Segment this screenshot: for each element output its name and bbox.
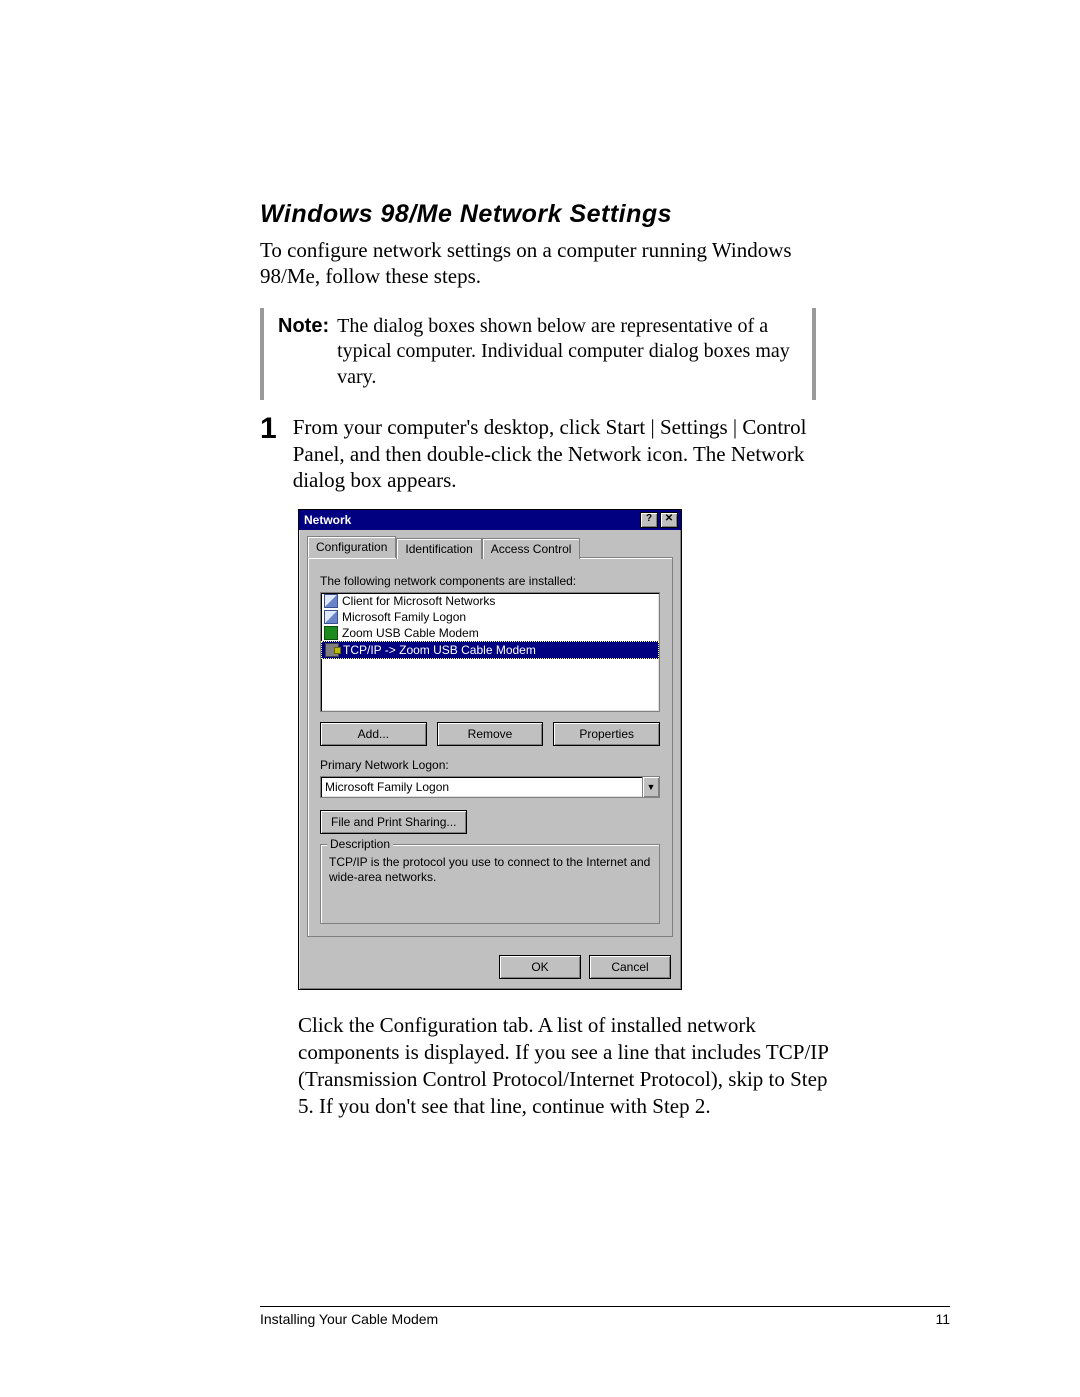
step-number: 1	[260, 414, 277, 444]
note-label: Note:	[278, 314, 329, 391]
list-item-label: Microsoft Family Logon	[342, 610, 466, 624]
tab-access-control[interactable]: Access Control	[482, 538, 581, 559]
file-print-sharing-button[interactable]: File and Print Sharing...	[320, 810, 467, 834]
network-dialog: Network ? ✕ Configuration Identification…	[298, 509, 682, 990]
component-button-row: Add... Remove Properties	[320, 722, 660, 746]
intro-paragraph: To configure network settings on a compu…	[260, 237, 820, 290]
section-heading: Windows 98/Me Network Settings	[260, 200, 950, 229]
tab-strip: Configuration Identification Access Cont…	[307, 536, 673, 558]
adapter-icon	[324, 626, 338, 640]
add-button[interactable]: Add...	[320, 722, 427, 746]
remove-button[interactable]: Remove	[437, 722, 544, 746]
note-text: The dialog boxes shown below are represe…	[337, 314, 798, 391]
list-item[interactable]: Zoom USB Cable Modem	[321, 625, 659, 641]
note-box: Note: The dialog boxes shown below are r…	[260, 308, 816, 401]
client-icon	[324, 610, 338, 624]
after-dialog-paragraph: Click the Configuration tab. A list of i…	[298, 1012, 838, 1120]
primary-logon-label: Primary Network Logon:	[320, 758, 660, 772]
list-item-selected[interactable]: TCP/IP -> Zoom USB Cable Modem	[321, 641, 659, 659]
step-1: 1 From your computer's desktop, click St…	[260, 414, 830, 493]
window-title: Network	[302, 513, 351, 527]
primary-logon-combo[interactable]: Microsoft Family Logon ▼	[320, 776, 660, 798]
network-dialog-screenshot: Network ? ✕ Configuration Identification…	[298, 509, 950, 990]
list-item-label: TCP/IP -> Zoom USB Cable Modem	[343, 643, 536, 657]
components-listbox[interactable]: Client for Microsoft Networks Microsoft …	[320, 592, 660, 712]
protocol-icon	[325, 643, 339, 657]
combo-value: Microsoft Family Logon	[321, 780, 642, 794]
page-footer: Installing Your Cable Modem 11	[260, 1306, 950, 1327]
list-item-label: Zoom USB Cable Modem	[342, 626, 479, 640]
footer-rule	[260, 1306, 950, 1307]
tab-configuration[interactable]: Configuration	[307, 536, 396, 558]
dialog-footer: OK Cancel	[299, 945, 681, 989]
footer-left: Installing Your Cable Modem	[260, 1311, 438, 1327]
help-icon[interactable]: ?	[640, 512, 658, 528]
properties-button[interactable]: Properties	[553, 722, 660, 746]
description-text: TCP/IP is the protocol you use to connec…	[329, 855, 650, 884]
cancel-button[interactable]: Cancel	[589, 955, 671, 979]
client-icon	[324, 594, 338, 608]
titlebar[interactable]: Network ? ✕	[299, 510, 681, 530]
list-item[interactable]: Microsoft Family Logon	[321, 609, 659, 625]
document-page: Windows 98/Me Network Settings To config…	[0, 0, 1080, 1397]
tab-identification[interactable]: Identification	[396, 538, 481, 559]
list-item-label: Client for Microsoft Networks	[342, 594, 495, 608]
chevron-down-icon[interactable]: ▼	[642, 777, 659, 797]
ok-button[interactable]: OK	[499, 955, 581, 979]
step-text: From your computer's desktop, click Star…	[293, 414, 830, 493]
description-legend: Description	[327, 837, 393, 852]
components-label: The following network components are ins…	[320, 574, 660, 588]
close-icon[interactable]: ✕	[660, 512, 678, 528]
tab-panel-configuration: The following network components are ins…	[307, 557, 673, 937]
list-item[interactable]: Client for Microsoft Networks	[321, 593, 659, 609]
description-groupbox: Description TCP/IP is the protocol you u…	[320, 844, 660, 924]
page-number: 11	[935, 1311, 950, 1327]
